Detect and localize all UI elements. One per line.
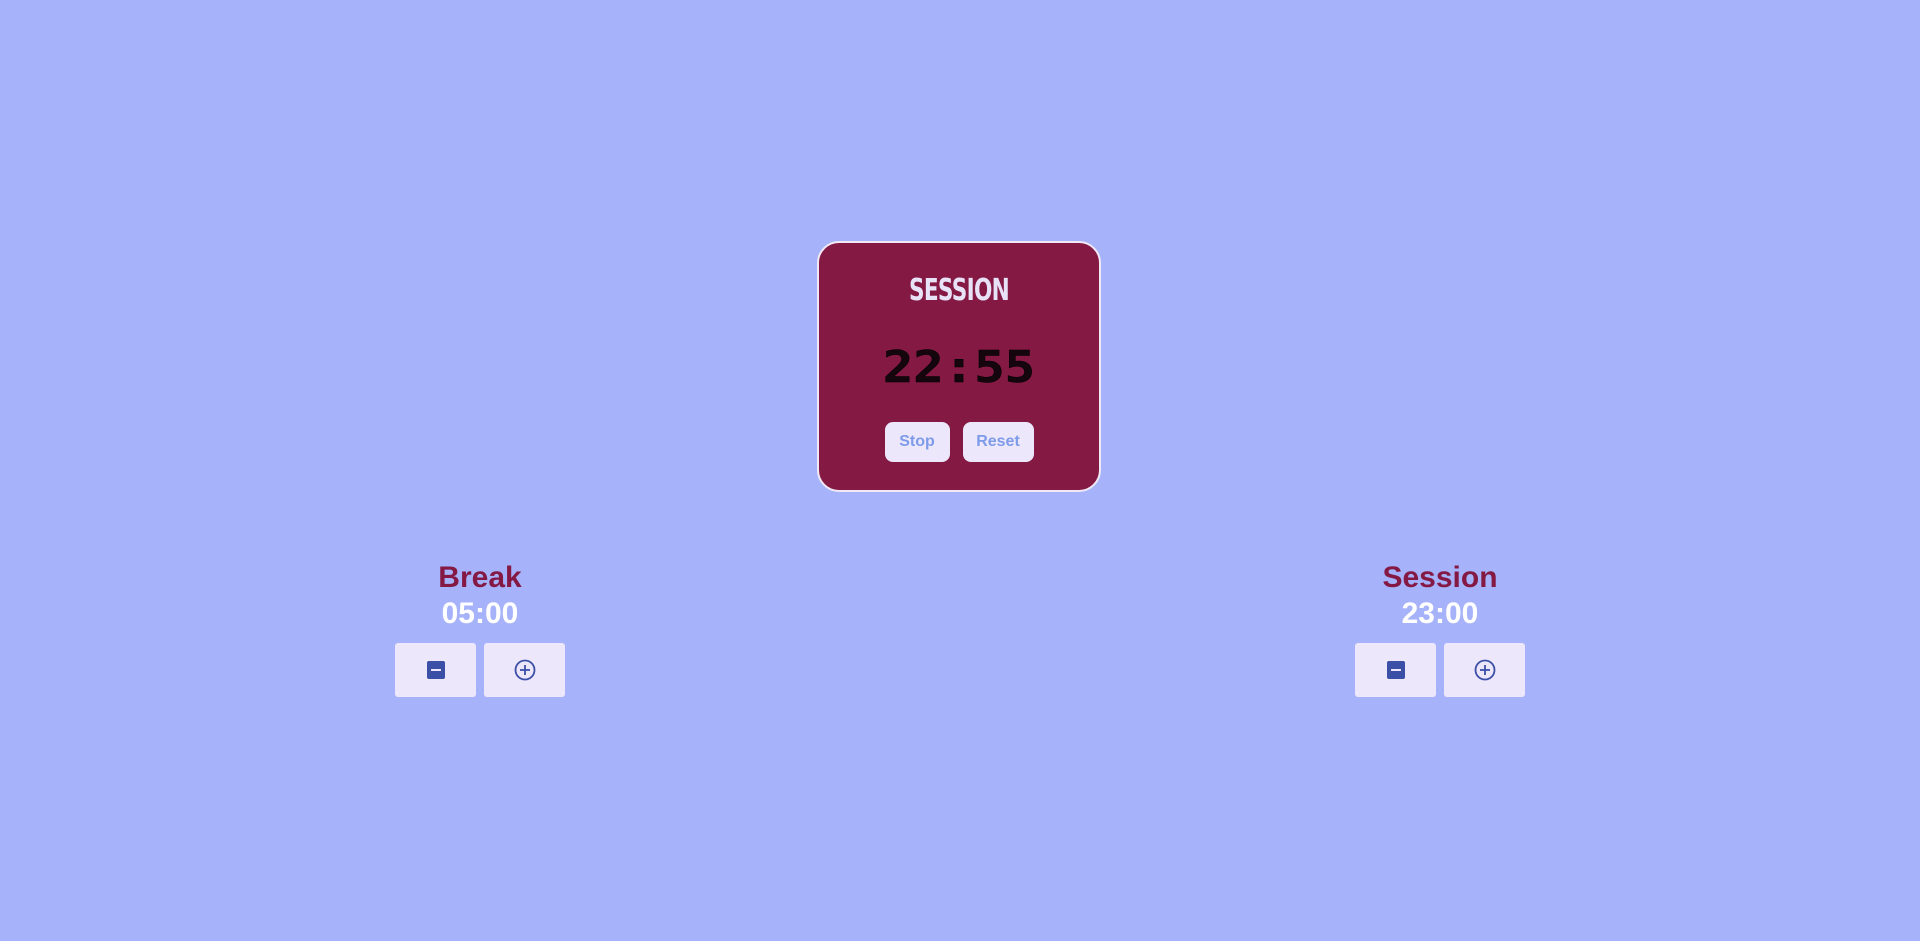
session-length-panel: Session 23:00 — [1355, 560, 1525, 697]
session-increment-button[interactable] — [1444, 643, 1525, 697]
plus-circle-icon — [1474, 659, 1496, 681]
break-length: 05:00 — [441, 597, 519, 630]
timer-controls: Stop Reset — [819, 422, 1099, 462]
reset-button[interactable]: Reset — [962, 422, 1034, 462]
break-increment-button[interactable] — [484, 643, 565, 697]
break-adjust-buttons — [395, 643, 565, 697]
timer-display: 22:55 — [882, 342, 1036, 394]
break-label: Break — [438, 561, 522, 594]
timer-label: SESSION — [909, 273, 1010, 308]
stop-button[interactable]: Stop — [884, 422, 950, 462]
plus-circle-icon — [514, 659, 536, 681]
session-length: 23:00 — [1401, 597, 1479, 630]
session-label: Session — [1382, 561, 1498, 594]
break-decrement-button[interactable] — [395, 643, 476, 697]
session-adjust-buttons — [1355, 643, 1525, 697]
pomodoro-app: SESSION 22:55 Stop Reset Break 05:00 Ses… — [0, 0, 1920, 941]
timer-card: SESSION 22:55 Stop Reset — [817, 241, 1101, 492]
session-decrement-button[interactable] — [1355, 643, 1436, 697]
minus-square-icon — [1386, 661, 1405, 679]
break-length-panel: Break 05:00 — [395, 560, 565, 697]
minus-square-icon — [426, 661, 445, 679]
